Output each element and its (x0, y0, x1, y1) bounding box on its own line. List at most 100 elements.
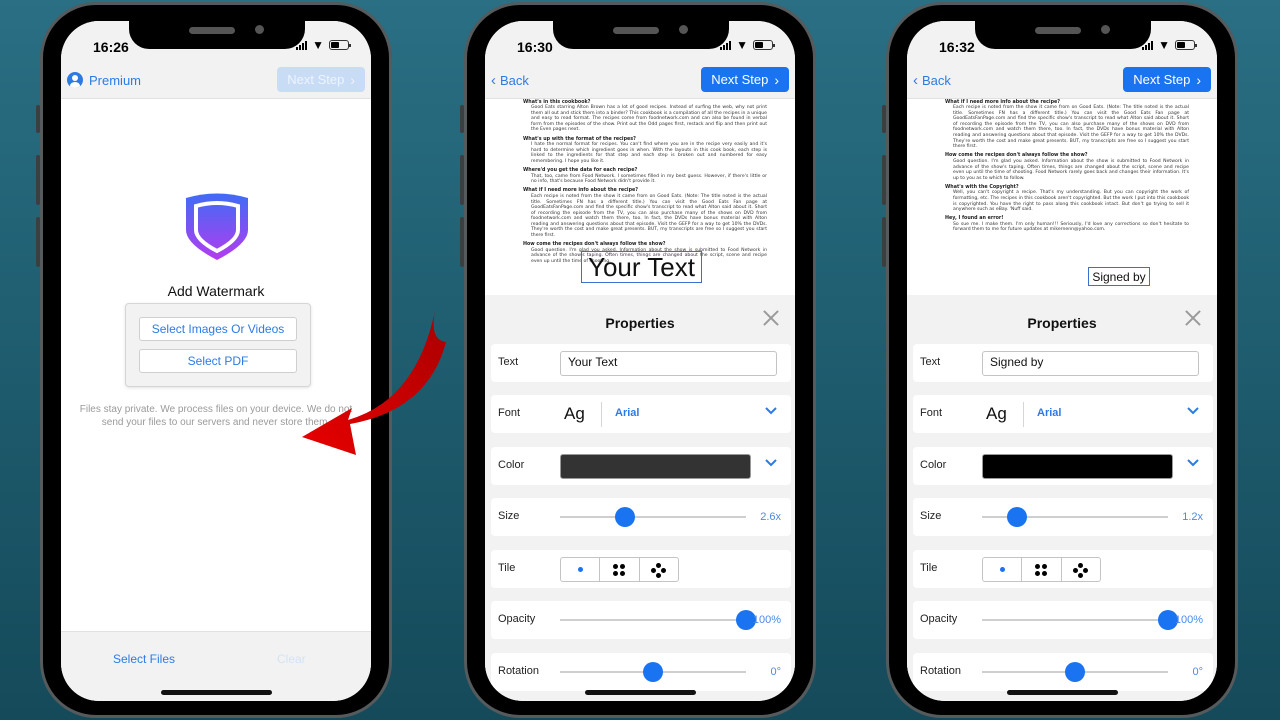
opacity-label: Opacity (920, 613, 958, 625)
phone-2: 16:30 ▼ ‹ Back Next Step › What's in thi… (460, 2, 816, 718)
tile-single-option[interactable] (983, 558, 1023, 581)
premium-label: Premium (89, 72, 142, 88)
font-label: Font (920, 407, 943, 419)
nav-bar: Premium Next Step › (61, 65, 371, 99)
tile-label: Tile (920, 562, 938, 574)
dot-icon (620, 571, 626, 576)
close-icon[interactable] (763, 310, 779, 326)
dot-icon (613, 564, 619, 569)
properties-panel: Properties Text Your Text Font Ag Arial … (485, 295, 795, 701)
size-value: 2.6x (760, 511, 781, 523)
chevron-left-icon: ‹ (491, 72, 496, 89)
clear-button[interactable]: Clear (277, 652, 306, 666)
select-files-button[interactable]: Select Files (113, 652, 175, 666)
rotation-row: Rotation 0° (913, 653, 1213, 691)
status-time: 16:26 (93, 39, 129, 55)
size-row: Size 1.2x (913, 498, 1213, 536)
rotation-value: 0° (1192, 666, 1203, 678)
slider-thumb[interactable] (1007, 507, 1028, 527)
tile-grid-option[interactable] (600, 558, 640, 581)
tile-diamond-option[interactable] (1062, 558, 1100, 581)
watermark-text-input[interactable]: Your Text (560, 351, 777, 376)
dot-icon (1077, 573, 1083, 578)
color-swatch[interactable] (982, 454, 1173, 479)
select-images-videos-button[interactable]: Select Images Or Videos (139, 317, 297, 341)
notch (553, 21, 729, 49)
size-slider[interactable] (560, 507, 746, 527)
properties-title: Properties (605, 315, 675, 331)
volume-down-button (460, 217, 464, 267)
chevron-down-icon[interactable] (1187, 407, 1199, 417)
dot-icon (1042, 564, 1048, 569)
dot-icon (655, 573, 661, 578)
properties-title: Properties (1027, 315, 1097, 331)
font-row: Font Ag Arial (913, 395, 1213, 433)
color-row: Color (913, 447, 1213, 485)
select-pdf-button[interactable]: Select PDF (139, 349, 297, 373)
nav-bar: ‹ Back Next Step › (485, 65, 795, 99)
battery-icon (753, 40, 775, 50)
back-button[interactable]: ‹ Back (913, 72, 951, 89)
rotation-slider[interactable] (560, 662, 746, 682)
dot-icon (650, 568, 656, 573)
next-step-button[interactable]: Next Step › (1123, 67, 1211, 92)
annotation-arrow-icon (302, 306, 446, 455)
chevron-down-icon[interactable] (765, 407, 777, 417)
font-selector[interactable]: Arial (1037, 407, 1061, 419)
tile-grid-option[interactable] (1022, 558, 1062, 581)
volume-up-button (36, 155, 40, 205)
opacity-row: Opacity 100% (913, 601, 1213, 639)
opacity-row: Opacity 100% (491, 601, 791, 639)
screen: 16:30 ▼ ‹ Back Next Step › What's in thi… (485, 21, 795, 701)
chevron-down-icon[interactable] (765, 459, 777, 469)
wifi-icon: ▼ (1158, 38, 1170, 52)
tile-diamond-option[interactable] (640, 558, 678, 581)
doc-paragraph: Well, you can't copyright a recipe. That… (953, 190, 1189, 213)
chevron-left-icon: ‹ (913, 72, 918, 89)
battery-icon (329, 40, 351, 50)
nav-bar: ‹ Back Next Step › (907, 65, 1217, 99)
slider-thumb[interactable] (1065, 662, 1085, 682)
slider-thumb[interactable] (643, 662, 663, 682)
next-step-button[interactable]: Next Step › (701, 67, 789, 92)
dot-icon (1035, 564, 1041, 569)
dot-icon (1077, 563, 1083, 568)
next-step-label: Next Step (1133, 72, 1191, 87)
volume-up-button (460, 155, 464, 205)
premium-button[interactable]: Premium (67, 72, 141, 88)
watermark-text-box[interactable]: Your Text (581, 251, 702, 283)
color-row: Color (491, 447, 791, 485)
tile-row: Tile (913, 550, 1213, 588)
font-selector[interactable]: Arial (615, 407, 639, 419)
text-row: Text Your Text (491, 344, 791, 382)
pdf-preview[interactable]: What's in this cookbook? Good Eats starr… (485, 99, 795, 295)
opacity-slider[interactable] (982, 610, 1178, 630)
watermark-text-input[interactable]: Signed by (982, 351, 1199, 376)
divider (1023, 402, 1024, 427)
slider-thumb[interactable] (615, 507, 636, 527)
doc-paragraph: Each recipe is noted from the show it ca… (953, 105, 1189, 150)
opacity-slider[interactable] (560, 610, 756, 630)
next-step-button[interactable]: Next Step › (277, 67, 365, 92)
divider (601, 402, 602, 427)
rotation-slider[interactable] (982, 662, 1168, 682)
color-swatch[interactable] (560, 454, 751, 479)
tile-row: Tile (491, 550, 791, 588)
phone-3: 16:32 ▼ ‹ Back Next Step › What if I nee… (882, 2, 1238, 718)
chevron-down-icon[interactable] (1187, 459, 1199, 469)
doc-paragraph: Each recipe is noted from the show it ca… (531, 193, 767, 239)
shield-icon (186, 193, 248, 260)
size-label: Size (498, 510, 520, 522)
text-row: Text Signed by (913, 344, 1213, 382)
next-step-label: Next Step (711, 72, 769, 87)
pdf-preview[interactable]: What if I need more info about the recip… (907, 99, 1217, 295)
size-slider[interactable] (982, 507, 1168, 527)
volume-down-button (36, 217, 40, 267)
tile-single-option[interactable] (561, 558, 601, 581)
close-icon[interactable] (1185, 310, 1201, 326)
rotation-row: Rotation 0° (491, 653, 791, 691)
back-button[interactable]: ‹ Back (491, 72, 529, 89)
watermark-text-box[interactable]: Signed by (1088, 267, 1150, 286)
wifi-icon: ▼ (736, 38, 748, 52)
size-value: 1.2x (1182, 511, 1203, 523)
